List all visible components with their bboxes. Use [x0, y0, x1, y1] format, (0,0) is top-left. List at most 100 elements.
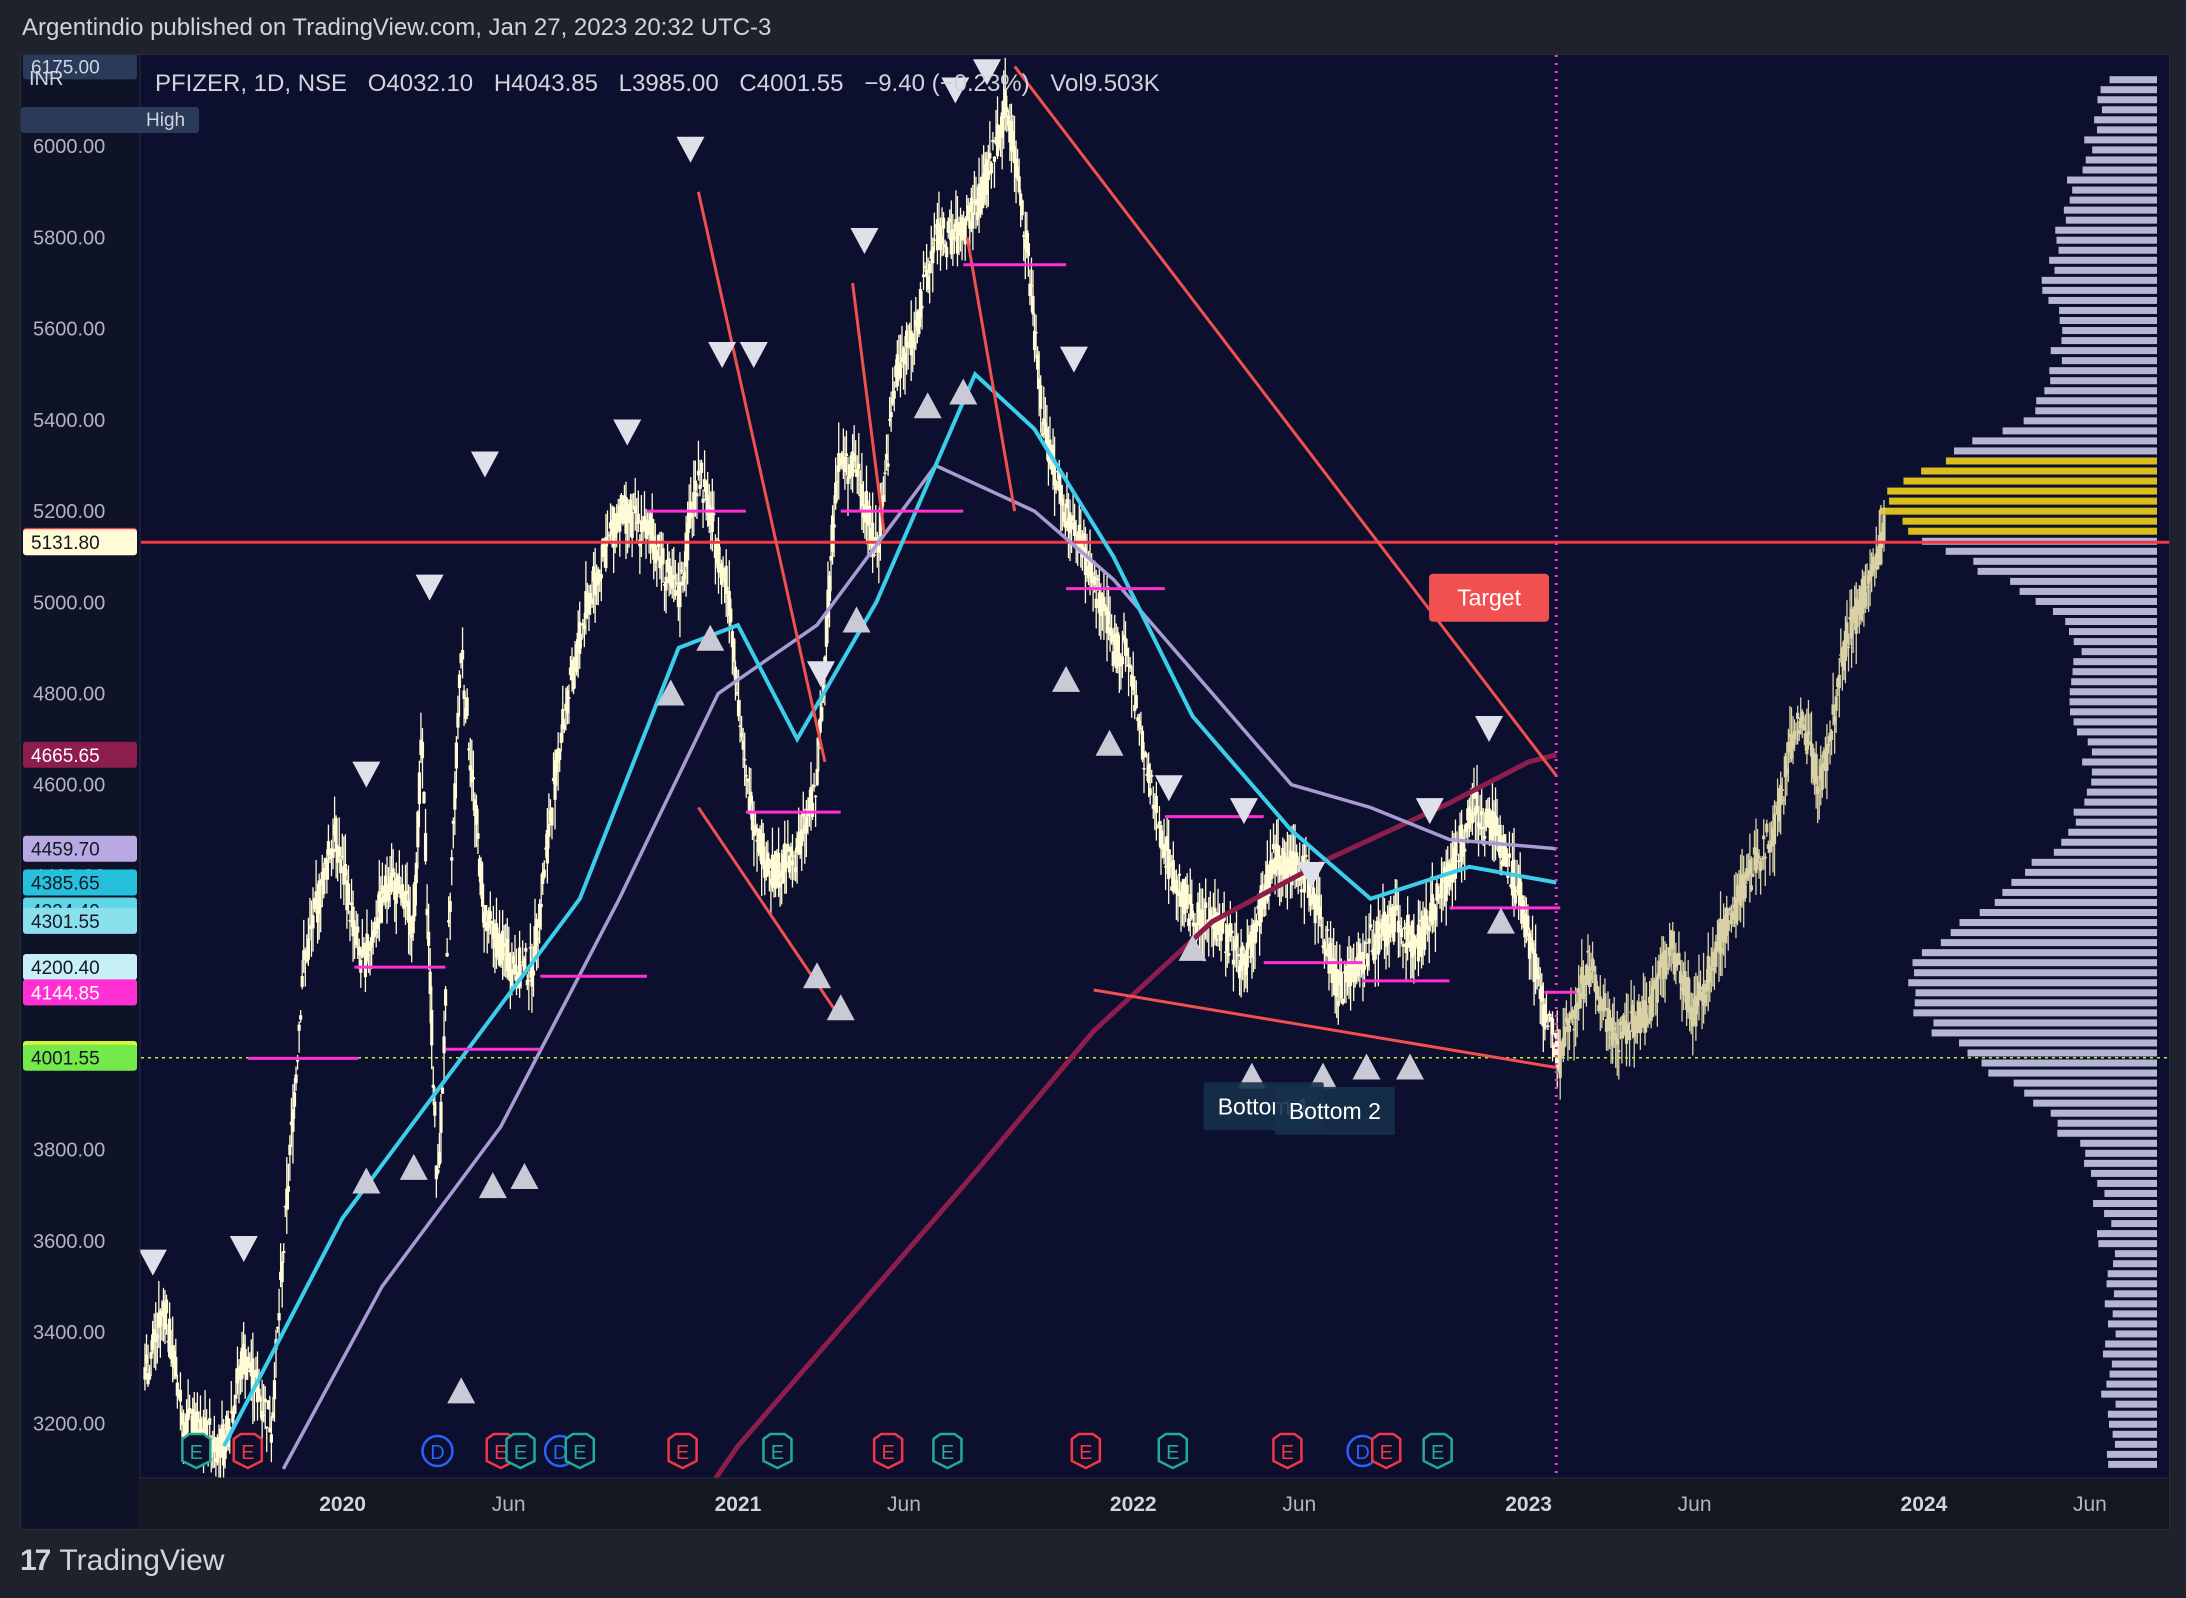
- projection-candle: [1834, 696, 1838, 711]
- candle: [1026, 243, 1030, 257]
- candle: [488, 911, 492, 920]
- projection-candle: [1780, 789, 1784, 792]
- axis-price-tag: 4144.85: [23, 979, 137, 1006]
- close-value: 4001.55: [757, 70, 844, 97]
- candle: [673, 590, 677, 596]
- candle: [732, 638, 736, 662]
- volume-profile-bar: [2059, 317, 2157, 325]
- candle: [445, 952, 449, 957]
- candle: [814, 795, 818, 798]
- candle: [971, 212, 975, 229]
- price-axis[interactable]: 3200.003400.003600.003800.004000.004200.…: [33, 136, 105, 1435]
- volume-profile-bar: [2109, 76, 2157, 84]
- candle: [322, 868, 326, 895]
- y-tick-label: 3800.00: [33, 1140, 105, 1162]
- candle: [1154, 795, 1158, 813]
- axis-price-tag-text: 4144.85: [31, 983, 100, 1004]
- candle: [234, 1394, 238, 1399]
- annotation-text: Target: [1457, 585, 1522, 611]
- candle: [664, 576, 668, 591]
- candle: [1134, 695, 1138, 709]
- candle: [427, 931, 431, 946]
- candle: [471, 777, 475, 780]
- volume-profile-bar: [2069, 698, 2157, 706]
- projection-candle: [1563, 1026, 1567, 1047]
- volume-profile-bar: [2035, 597, 2157, 605]
- chart-panel[interactable]: Target Bottom 1 Bottom 2 3200.00 3400.00 360…: [20, 54, 2170, 1530]
- candle: [306, 938, 310, 960]
- ohlc-legend[interactable]: PFIZER, 1D, NSE O4032.10 H4043.85 L3985.…: [155, 70, 1160, 97]
- volume-profile-bar: [2111, 1360, 2157, 1368]
- low-value: 3985.00: [632, 70, 719, 97]
- volume-profile-bar: [2106, 1280, 2157, 1288]
- volume-profile-bar: [2104, 1300, 2157, 1308]
- footer-brand[interactable]: 17 TradingView: [20, 1544, 224, 1578]
- candle: [454, 742, 458, 769]
- earnings-event-icon: E: [505, 1432, 536, 1470]
- candle: [991, 139, 995, 143]
- volume-profile-bar: [2057, 1129, 2157, 1137]
- volume-profile-bar: [2050, 1109, 2157, 1117]
- candle: [812, 784, 816, 788]
- candle: [1373, 934, 1377, 960]
- candle: [857, 463, 861, 470]
- projection-candle: [1757, 855, 1761, 859]
- axis-price-tag: 4665.65: [23, 741, 137, 768]
- candle: [1142, 768, 1146, 770]
- volume-profile-bar: [1981, 1059, 2157, 1067]
- dividend-event-icon: D: [421, 1434, 454, 1468]
- volume-profile-bar: [2112, 1430, 2157, 1438]
- x-tick-label: Jun: [492, 1493, 526, 1516]
- candle: [599, 574, 603, 579]
- candle: [784, 860, 788, 869]
- candle: [1399, 928, 1404, 938]
- high-value: 4043.85: [511, 70, 598, 97]
- volume-profile-bar: [2061, 337, 2157, 345]
- candle: [443, 989, 448, 1006]
- candle: [448, 901, 452, 913]
- candle: [1150, 775, 1154, 777]
- candle: [280, 1261, 284, 1283]
- candle: [440, 1087, 445, 1094]
- event-letter: E: [241, 1442, 254, 1464]
- candle: [988, 152, 992, 159]
- candle: [1039, 385, 1043, 410]
- volume-profile-bar: [2098, 1240, 2157, 1248]
- volume-profile-bar: [1887, 487, 2157, 495]
- volume-profile-bar: [1933, 1019, 2157, 1027]
- candle: [1054, 480, 1058, 490]
- candle: [1236, 954, 1240, 957]
- volume-profile-bar: [1972, 437, 2157, 445]
- candle: [480, 883, 485, 907]
- volume-profile-bar: [2106, 1380, 2157, 1388]
- volume-profile-bar: [2069, 196, 2157, 204]
- volume-profile-bar: [2073, 718, 2157, 726]
- candle: [1120, 656, 1125, 665]
- volume-profile-bar: [2076, 728, 2157, 736]
- candle: [450, 857, 454, 861]
- change-value: −9.40 (−0.23%): [864, 70, 1029, 97]
- candle: [1463, 848, 1467, 852]
- candle: [346, 883, 351, 905]
- volume-profile-bar: [2106, 1450, 2157, 1458]
- candle: [286, 1186, 290, 1192]
- axis-price-tag-text: 4301.55: [31, 912, 100, 933]
- candle: [542, 869, 546, 878]
- candlestick-chart[interactable]: TargetBottom 1Bottom 2 3200.003400.00360…: [21, 55, 2169, 1529]
- candle: [1401, 943, 1405, 947]
- volume-profile-bar: [2063, 206, 2157, 214]
- candle: [558, 749, 562, 760]
- candle: [989, 162, 993, 174]
- volume-value: 9.503K: [1084, 70, 1160, 97]
- candle: [1270, 859, 1274, 879]
- volume-profile-bar: [2101, 106, 2157, 114]
- volume-profile-bar: [2065, 618, 2157, 626]
- volume-profile-bar: [2048, 296, 2157, 304]
- volume-profile-bar: [2044, 387, 2157, 395]
- volume-profile-bar: [2097, 126, 2157, 134]
- candle: [810, 802, 815, 817]
- projection-candle: [1603, 993, 1607, 1011]
- candle: [282, 1251, 286, 1254]
- earnings-event-icon: E: [1070, 1432, 1102, 1470]
- projection-candle: [1651, 985, 1655, 1017]
